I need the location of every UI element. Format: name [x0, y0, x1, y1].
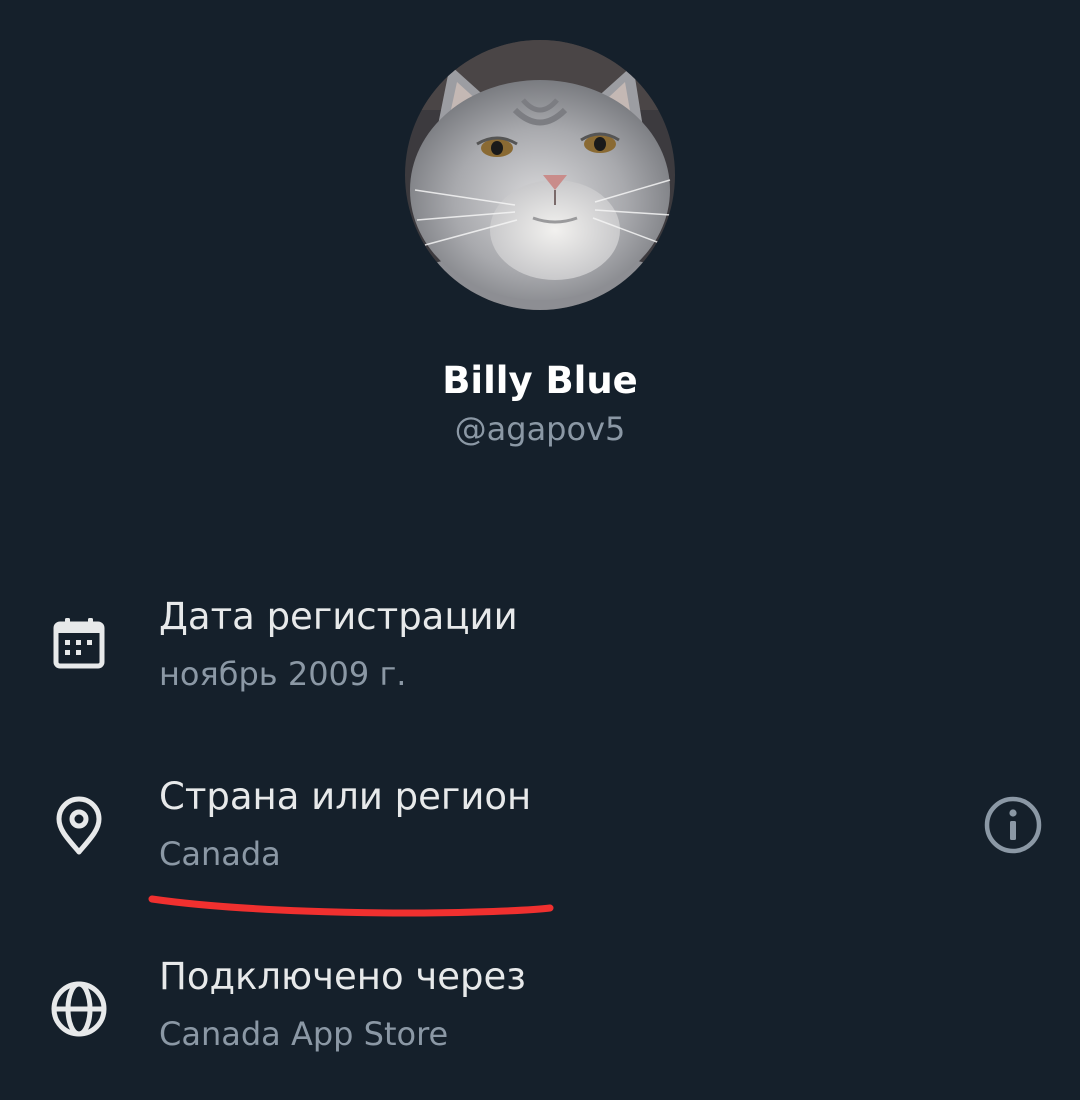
registration-date-label: Дата регистрации [159, 595, 518, 638]
globe-icon [46, 976, 112, 1042]
country-value: Canada [159, 835, 281, 873]
display-name: Billy Blue [442, 359, 638, 402]
cat-photo-avatar [405, 40, 675, 310]
about-account-screen: Billy Blue @agapov5 Дата регистрации ноя… [0, 0, 1080, 1100]
profile-avatar[interactable] [405, 40, 675, 310]
info-row-connected-via: Подключено через Canada App Store [0, 950, 1080, 1100]
connected-via-value: Canada App Store [159, 1015, 449, 1053]
info-icon[interactable] [980, 792, 1046, 858]
country-label: Страна или регион [159, 775, 532, 818]
location-pin-icon [46, 792, 112, 858]
user-handle: @agapov5 [454, 410, 626, 448]
calendar-icon [46, 612, 112, 678]
connected-via-label: Подключено через [159, 955, 526, 998]
info-row-registration-date: Дата регистрации ноябрь 2009 г. [0, 590, 1080, 740]
registration-date-value: ноябрь 2009 г. [159, 655, 407, 693]
red-underline-annotation [148, 895, 554, 917]
